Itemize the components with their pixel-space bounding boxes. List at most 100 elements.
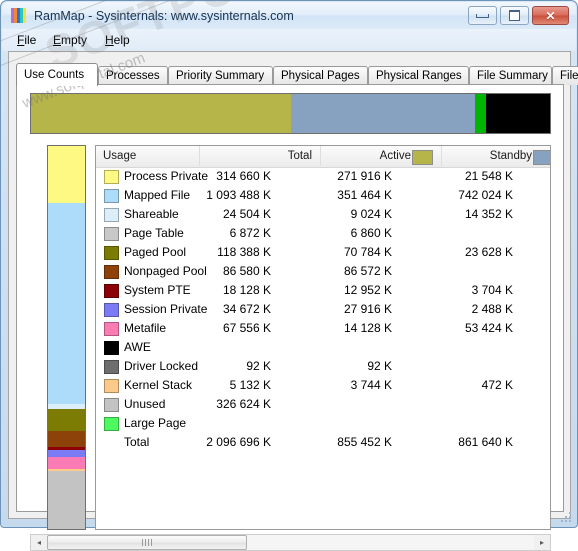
row-total-value: 5 132 K	[229, 378, 271, 392]
maximize-icon	[501, 7, 528, 24]
row-usage-label: Nonpaged Pool	[124, 264, 207, 278]
row-total-value: 18 128 K	[222, 283, 271, 297]
close-icon: ✕	[545, 8, 556, 23]
column-header-usage[interactable]: Usage	[96, 146, 200, 166]
tab-physical-pages[interactable]: Physical Pages	[273, 66, 368, 85]
row-active-value: 92 K	[367, 359, 392, 373]
row-standby-value: 2 488 K	[471, 302, 513, 316]
table-row[interactable]: Total2 096 696 K855 452 K861 640 K5	[96, 433, 550, 452]
row-color-swatch	[104, 170, 119, 184]
table-row[interactable]: Paged Pool118 388 K70 784 K23 628 K2	[96, 243, 550, 262]
table-row[interactable]: Unused 326 624 K	[96, 395, 550, 414]
resize-grip-icon[interactable]	[561, 512, 573, 524]
row-active-value: 3 744 K	[350, 378, 392, 392]
row-active-value: 12 952 K	[343, 283, 392, 297]
tab-label: Physical Pages	[281, 70, 360, 82]
tab-use-counts[interactable]: Use Counts	[16, 63, 98, 86]
tab-processes[interactable]: Processes	[98, 66, 168, 85]
column-header-standby[interactable]: Standby	[442, 146, 550, 166]
column-header-total[interactable]: Total	[200, 146, 321, 166]
scrollbar-thumb[interactable]	[47, 535, 247, 550]
scroll-right-button[interactable]: ▸	[534, 535, 550, 550]
usage-segment-session-private	[48, 450, 85, 457]
client-area: Use Counts Processes Priority Summary Physi…	[8, 51, 578, 551]
table-row[interactable]: Session Private 34 672 K 27 916 K 2 488 K	[96, 300, 550, 319]
row-color-swatch	[104, 284, 119, 298]
usage-segment-nonpaged-pool	[48, 430, 85, 447]
tab-label: Use Counts	[24, 69, 85, 81]
use-counts-panel: UsageTotalActiveStandbyModified Process …	[16, 84, 564, 551]
scroll-left-button[interactable]: ◂	[31, 535, 47, 550]
row-active-value: 14 128 K	[343, 321, 392, 335]
tab-file-details[interactable]: File Details	[552, 66, 578, 85]
row-usage-label: Total	[124, 435, 150, 449]
row-usage-label: Kernel Stack	[124, 378, 193, 392]
row-color-swatch	[104, 208, 119, 222]
row-usage-label: Page Table	[124, 226, 184, 240]
table-row[interactable]: Large Page	[96, 414, 550, 433]
row-total-value: 67 556 K	[222, 321, 271, 335]
row-usage-label: Shareable	[124, 207, 179, 221]
menu-item-help[interactable]: Help	[100, 32, 135, 48]
table-row[interactable]: Page Table 6 872 K 6 860 K	[96, 224, 550, 243]
list-header: UsageTotalActiveStandbyModified	[96, 146, 550, 168]
horizontal-scrollbar[interactable]: ◂ ▸	[30, 534, 551, 551]
row-active-value: 351 464 K	[337, 188, 392, 202]
row-color-swatch	[104, 341, 119, 355]
row-total-value: 118 388 K	[217, 245, 271, 259]
menu-item-file[interactable]: File	[12, 32, 41, 48]
row-active-value: 9 024 K	[350, 207, 392, 221]
table-row[interactable]: Nonpaged Pool 86 580 K 86 572 K	[96, 262, 550, 281]
tab-file-summary[interactable]: File Summary	[469, 66, 552, 85]
tab-priority-summary[interactable]: Priority Summary	[168, 66, 273, 85]
row-total-value: 6 872 K	[229, 226, 271, 240]
use-counts-list[interactable]: UsageTotalActiveStandbyModified Process …	[95, 145, 551, 530]
row-standby-value: 3 704 K	[471, 283, 513, 297]
window-title: RamMap - Sysinternals: www.sysinternals.…	[34, 9, 294, 23]
table-row[interactable]: Process Private 314 660 K 271 916 K 21 548 …	[96, 167, 550, 186]
table-row[interactable]: Driver Locked 92 K 92 K	[96, 357, 550, 376]
row-color-swatch	[104, 360, 119, 374]
row-color-swatch	[104, 246, 119, 260]
title-bar: RamMap - Sysinternals: www.sysinternals.…	[2, 2, 576, 29]
row-usage-label: Mapped File	[124, 188, 191, 202]
usage-segment-paged-pool	[48, 408, 85, 431]
row-total-value: 326 624 K	[216, 397, 271, 411]
rammap-window: RamMap - Sysinternals: www.sysinternals.…	[0, 0, 578, 551]
tab-label: Priority Summary	[176, 70, 265, 82]
menu-item-empty[interactable]: Empty	[48, 32, 92, 48]
usage-segment-process-private	[48, 146, 85, 203]
tab-physical-ranges[interactable]: Physical Ranges	[368, 66, 469, 85]
row-usage-label: Session Private	[124, 302, 208, 316]
row-total-value: 92 K	[246, 359, 271, 373]
maximize-button[interactable]	[500, 6, 529, 25]
row-total-value: 86 580 K	[222, 264, 271, 278]
bar-segment-large-page	[474, 94, 486, 133]
row-usage-label: Unused	[124, 397, 166, 411]
column-header-label: Active	[379, 150, 411, 162]
row-standby-value: 21 548 K	[464, 169, 513, 183]
table-row[interactable]: System PTE 18 128 K 12 952 K 3 704 K	[96, 281, 550, 300]
usage-segment-mapped-file	[48, 202, 85, 404]
minimize-button[interactable]	[468, 6, 497, 25]
row-standby-value: 861 640 K	[458, 435, 513, 449]
row-active-value: 27 916 K	[343, 302, 392, 316]
bar-segment-standby	[291, 94, 475, 133]
column-header-active[interactable]: Active	[321, 146, 442, 166]
row-color-swatch	[104, 265, 119, 279]
row-standby-value: 742 024 K	[458, 188, 513, 202]
table-row[interactable]: AWE	[96, 338, 550, 357]
table-row[interactable]: Kernel Stack 5 132 K 3 744 K 472 K	[96, 376, 550, 395]
scrollbar-track[interactable]	[47, 535, 534, 550]
bar-segment-awe	[485, 94, 550, 133]
column-swatch-standby	[533, 150, 550, 165]
close-button[interactable]: ✕	[532, 6, 569, 25]
row-color-swatch	[104, 398, 119, 412]
table-row[interactable]: Shareable 24 504 K 9 024 K 14 352 K	[96, 205, 550, 224]
table-row[interactable]: Metafile 67 556 K 14 128 K 53 424 K	[96, 319, 550, 338]
grip-icon	[142, 539, 152, 546]
column-header-label: Usage	[103, 150, 137, 162]
tab-label: Processes	[106, 70, 160, 82]
table-row[interactable]: Mapped File 1 093 488 K 351 464 K 742 024 K	[96, 186, 550, 205]
row-active-value: 86 572 K	[343, 264, 392, 278]
